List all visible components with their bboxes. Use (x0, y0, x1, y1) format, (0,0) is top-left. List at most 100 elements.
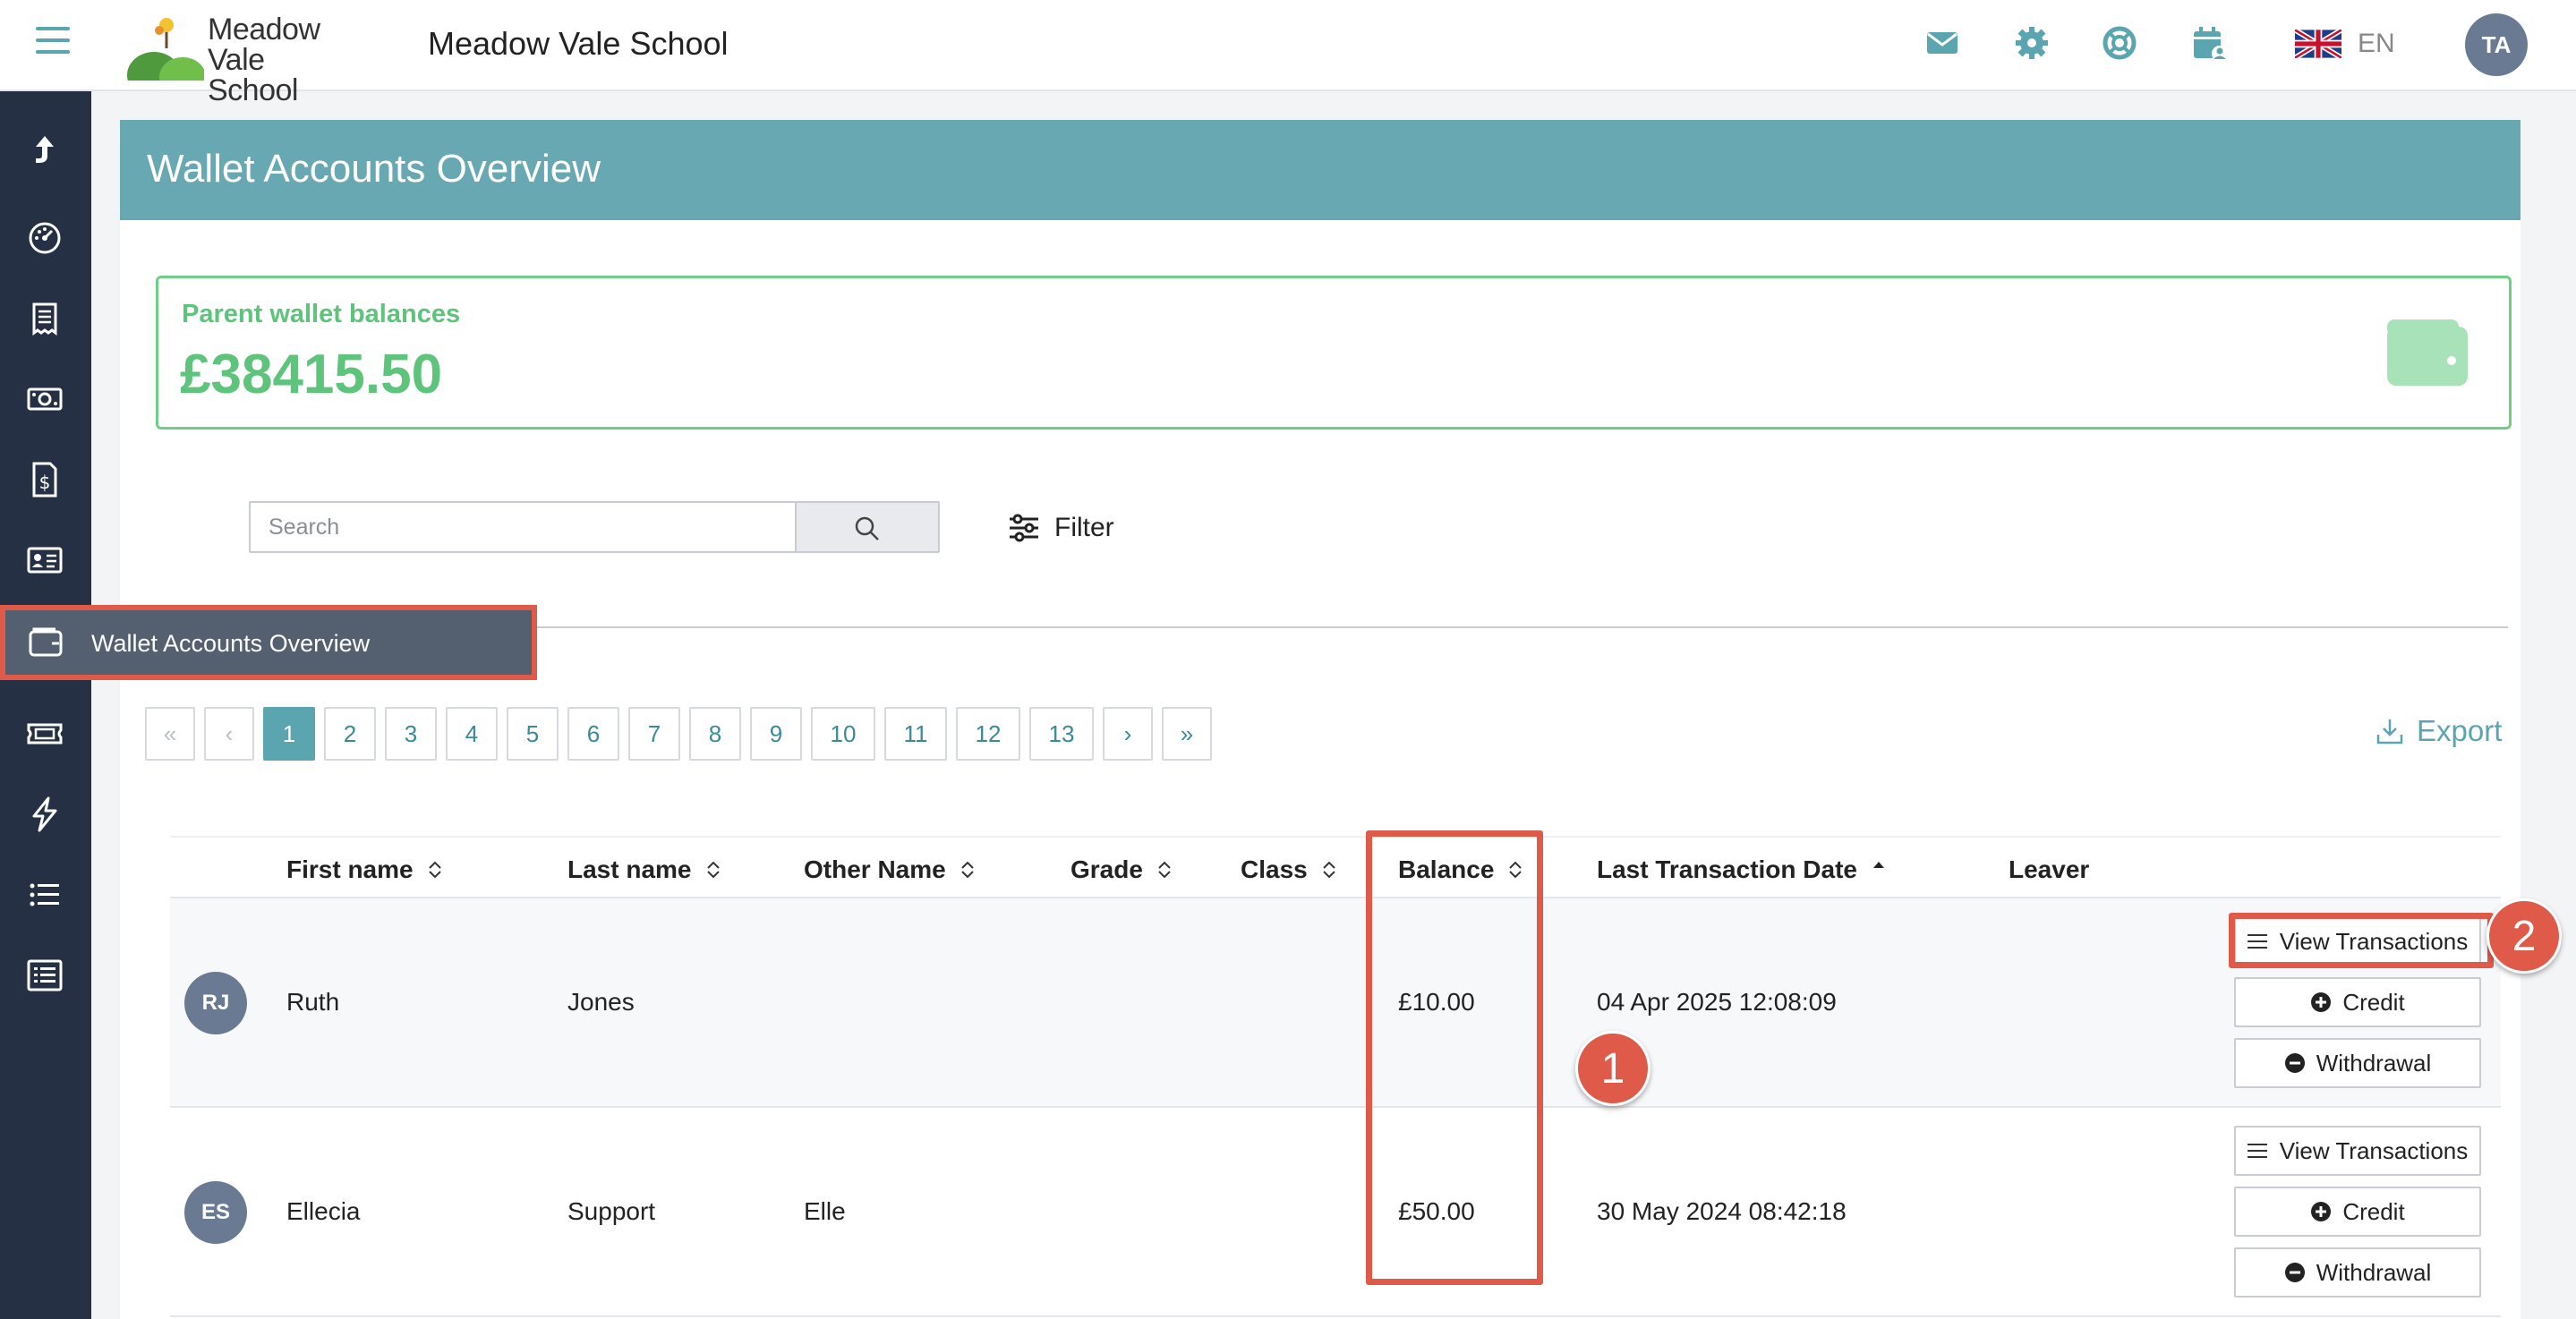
annotation-marker-2: 2 (2486, 898, 2562, 974)
annotation-view-transactions-highlight (2229, 913, 2494, 968)
column-label: Leaver (2009, 855, 2090, 883)
page-9[interactable]: 9 (750, 707, 802, 761)
download-icon (2376, 719, 2403, 745)
search-icon (855, 516, 879, 540)
page-3[interactable]: 3 (385, 707, 437, 761)
receipt-icon[interactable] (25, 299, 64, 338)
calendar-user-icon[interactable] (2191, 25, 2231, 64)
page-11[interactable]: 11 (884, 707, 947, 761)
column-label: Other Name (804, 855, 946, 883)
column-label: Class (1241, 855, 1308, 883)
sort-icon (961, 861, 974, 879)
sidebar: $ (0, 91, 91, 1319)
last-name-cell: Support (567, 1197, 656, 1225)
first-name-cell: Ellecia (286, 1197, 361, 1225)
sort-icon (428, 861, 441, 879)
column-class[interactable]: Class (1241, 855, 1338, 884)
avatar: RJ (184, 972, 247, 1034)
svg-text:$: $ (39, 472, 51, 493)
dollar-document-icon[interactable]: $ (25, 460, 64, 499)
sidebar-tooltip-label: Wallet Accounts Overview (91, 630, 371, 657)
annotation-balance-highlight (1366, 830, 1543, 1285)
wallet-icon (2387, 319, 2468, 386)
sort-icon (1323, 861, 1335, 879)
button-label: View Transactions (2279, 1136, 2469, 1164)
sort-ascending-icon (1872, 862, 1884, 868)
credit-button[interactable]: Credit (2234, 1187, 2481, 1237)
wallet-table: First name Last name Other Name Grade Cl… (170, 836, 2501, 1319)
page-5[interactable]: 5 (507, 707, 559, 761)
column-label: Grade (1070, 855, 1143, 883)
avatar: ES (184, 1181, 247, 1244)
credit-button[interactable]: Credit (2234, 977, 2481, 1027)
withdrawal-button[interactable]: Withdrawal (2234, 1247, 2481, 1298)
page-7[interactable]: 7 (628, 707, 680, 761)
page-2[interactable]: 2 (324, 707, 376, 761)
school-logo[interactable]: Meadow Vale School (127, 13, 360, 106)
logo-hills-icon (127, 18, 206, 98)
switch-icon[interactable] (25, 131, 64, 170)
last-name-cell: Jones (567, 988, 635, 1016)
sidebar-item-wallet-accounts[interactable]: Wallet Accounts Overview (0, 605, 537, 680)
button-label: Withdrawal (2316, 1258, 2432, 1286)
filter-label: Filter (1054, 513, 1114, 542)
page-13[interactable]: 13 (1029, 707, 1094, 761)
settings-icon[interactable] (2014, 25, 2053, 64)
ticket-icon[interactable] (25, 714, 64, 753)
page-10[interactable]: 10 (811, 707, 875, 761)
plus-circle-icon (2311, 992, 2332, 1012)
column-grade[interactable]: Grade (1070, 855, 1173, 884)
menu-icon[interactable] (36, 27, 70, 57)
export-label: Export (2417, 714, 2503, 747)
last-transaction-cell: 04 Apr 2025 12:08:09 (1597, 988, 1837, 1016)
filter-button[interactable]: Filter (1008, 510, 1114, 546)
withdrawal-button[interactable]: Withdrawal (2234, 1038, 2481, 1088)
page-6[interactable]: 6 (567, 707, 619, 761)
page-header: Wallet Accounts Overview (120, 120, 2521, 220)
other-name-cell: Elle (804, 1197, 846, 1225)
support-icon[interactable] (2102, 25, 2141, 64)
page-1[interactable]: 1 (263, 707, 315, 761)
language-code: EN (2358, 29, 2395, 58)
column-last-name[interactable]: Last name (567, 855, 722, 884)
minus-circle-icon (2284, 1053, 2305, 1073)
uk-flag-icon (2295, 30, 2341, 58)
plus-circle-icon (2311, 1202, 2332, 1221)
page-8[interactable]: 8 (689, 707, 741, 761)
column-first-name[interactable]: First name (286, 855, 444, 884)
page-4[interactable]: 4 (446, 707, 498, 761)
view-transactions-button[interactable]: View Transactions (2234, 1126, 2481, 1176)
lightning-icon[interactable] (25, 795, 64, 834)
first-name-cell: Ruth (286, 988, 340, 1016)
language-selector[interactable]: EN (2295, 29, 2395, 59)
page-first[interactable]: « (145, 707, 195, 761)
list-icon[interactable] (25, 875, 64, 915)
detail-list-icon[interactable] (25, 956, 64, 995)
sliders-icon (1010, 514, 1038, 542)
dashboard-icon[interactable] (25, 218, 64, 258)
user-avatar[interactable]: TA (2465, 13, 2528, 76)
top-bar: Meadow Vale School Meadow Vale School EN… (0, 0, 2576, 106)
mail-icon[interactable] (1924, 25, 1964, 64)
table-row: RJ Ruth Jones £10.00 04 Apr 2025 12:08:0… (170, 898, 2501, 1108)
page-next[interactable]: › (1103, 707, 1153, 761)
button-label: Credit (2342, 1197, 2405, 1225)
column-other-name[interactable]: Other Name (804, 855, 977, 884)
balance-label: Parent wallet balances (182, 300, 461, 328)
button-label: Credit (2342, 988, 2405, 1016)
page-title: Wallet Accounts Overview (147, 147, 601, 191)
table-header: First name Last name Other Name Grade Cl… (170, 836, 2501, 898)
page-prev[interactable]: ‹ (204, 707, 254, 761)
id-card-icon[interactable] (25, 540, 64, 580)
export-button[interactable]: Export (2376, 714, 2502, 748)
table-row: ES Ellecia Support Elle £50.00 30 May 20… (170, 1108, 2501, 1317)
page-12[interactable]: 12 (956, 707, 1020, 761)
column-leaver: Leaver (2009, 855, 2089, 884)
search-input[interactable] (249, 501, 797, 553)
cash-icon[interactable] (25, 379, 64, 419)
page-last[interactable]: » (1162, 707, 1212, 761)
search-button[interactable] (795, 501, 940, 553)
column-last-transaction-date[interactable]: Last Transaction Date (1597, 855, 1888, 884)
school-name: Meadow Vale School (428, 25, 729, 62)
main-card: Wallet Accounts Overview Parent wallet b… (120, 120, 2521, 1319)
